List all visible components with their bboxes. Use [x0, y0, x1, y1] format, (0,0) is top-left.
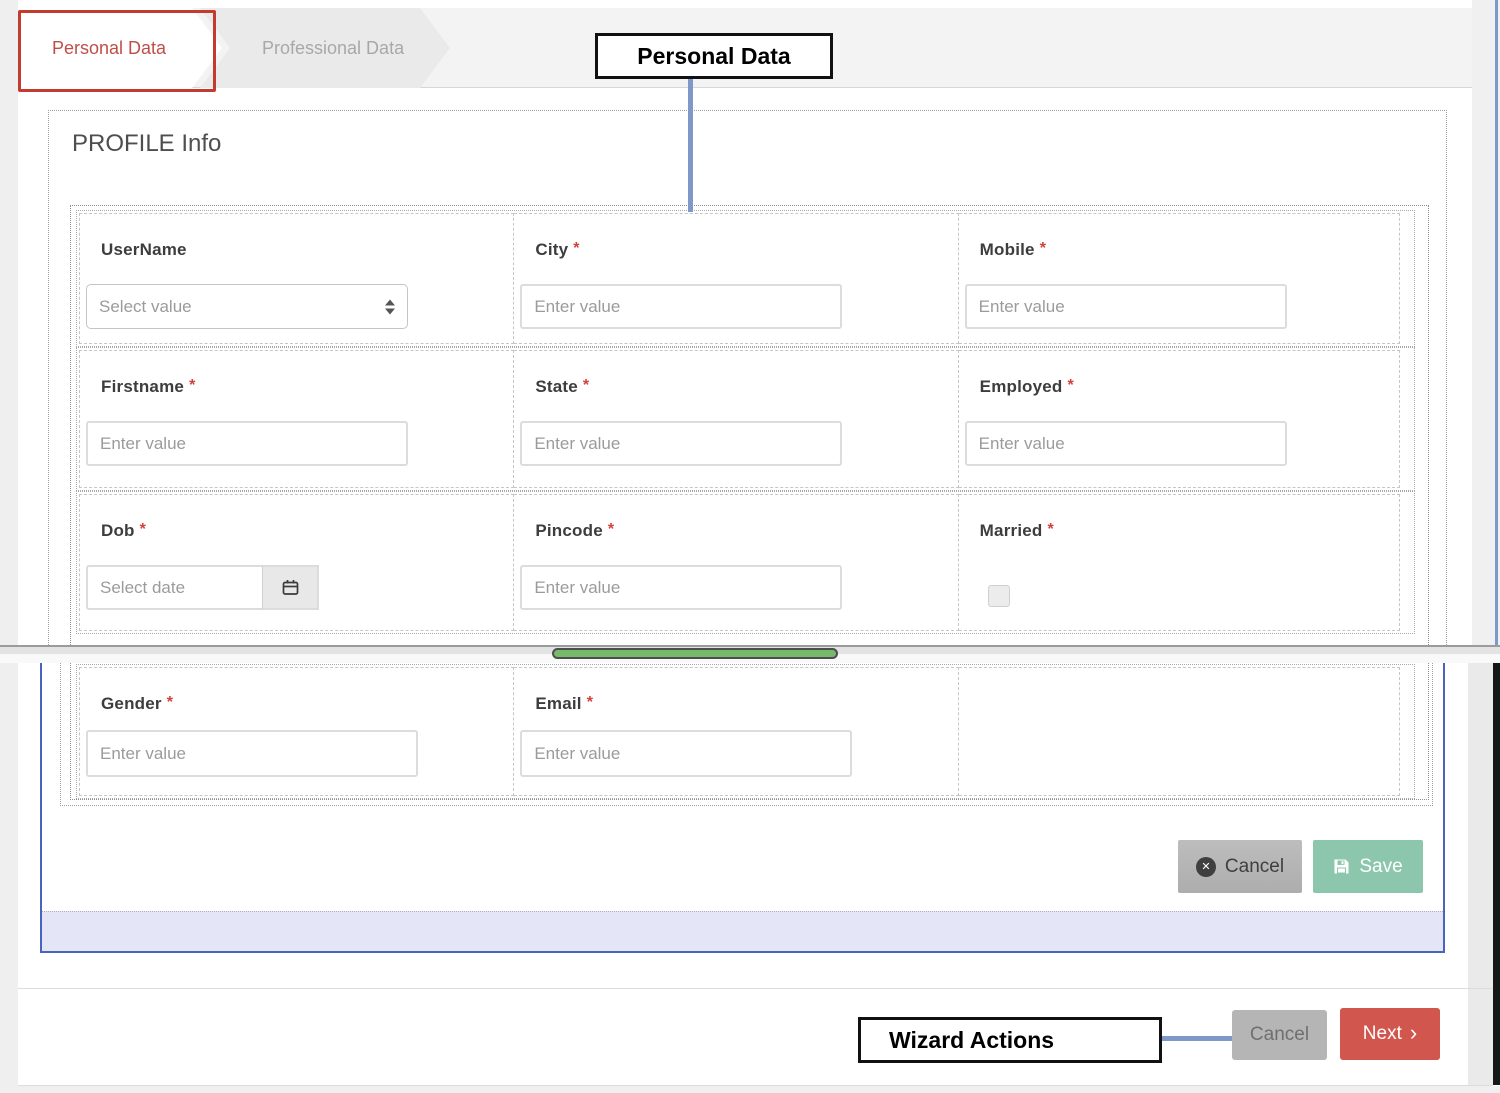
label-text: Employed	[980, 377, 1063, 396]
panel-title: PROFILE Info	[72, 130, 221, 158]
panel-footer-band	[42, 911, 1443, 951]
field-city-label: City *	[535, 240, 579, 260]
form-save-button[interactable]: Save	[1313, 840, 1423, 893]
field-dob-label: Dob *	[101, 521, 146, 541]
field-city: City *	[514, 213, 958, 344]
required-marker: *	[189, 377, 195, 394]
field-mobile: Mobile *	[959, 213, 1400, 344]
seam-green-fragment	[552, 648, 838, 659]
field-state: State *	[514, 350, 958, 488]
field-married: Married*	[959, 494, 1400, 631]
field-employed-label: Employed *	[980, 377, 1074, 397]
label-text: Mobile	[980, 240, 1035, 259]
field-firstname: Firstname *	[79, 350, 514, 488]
field-row-2: Firstname * State * Employed *	[76, 347, 1415, 491]
label-text: Dob	[101, 521, 135, 540]
label-text: Married	[980, 521, 1043, 540]
label-text: Gender	[101, 694, 162, 713]
annotation-connector-horizontal-line	[1162, 1036, 1232, 1041]
chevron-right-icon: ›	[1410, 1022, 1417, 1044]
annotation-wizard-actions-text: Wizard Actions	[889, 1027, 1054, 1054]
city-input[interactable]	[520, 284, 842, 329]
label-text: City	[535, 240, 568, 259]
field-username-label: UserName	[101, 240, 187, 260]
form-cancel-button[interactable]: ✕ Cancel	[1178, 840, 1302, 893]
required-marker: *	[583, 377, 589, 394]
field-pincode-label: Pincode *	[535, 521, 614, 541]
dob-field-group	[86, 565, 319, 610]
wizard-next-label: Next	[1363, 1023, 1402, 1045]
field-dob: Dob *	[79, 494, 514, 631]
state-input[interactable]	[520, 421, 842, 466]
employed-input[interactable]	[965, 421, 1287, 466]
field-gender: Gender *	[79, 667, 514, 796]
select-updown-icon	[385, 299, 395, 314]
field-married-label: Married*	[980, 521, 1054, 541]
pincode-input[interactable]	[520, 565, 842, 610]
footer-bottom-strip	[0, 1086, 1500, 1093]
save-icon	[1333, 858, 1350, 875]
field-row-4: Gender * Email *	[76, 664, 1415, 799]
required-marker: *	[140, 521, 146, 538]
field-empty-cell	[959, 667, 1400, 796]
calendar-icon	[281, 578, 300, 597]
annotation-wizard-actions-callout: Wizard Actions	[858, 1017, 1162, 1063]
label-text: UserName	[101, 240, 187, 259]
dob-input[interactable]	[86, 565, 262, 610]
required-marker: *	[1040, 240, 1046, 257]
panel-right-border-top	[1495, 0, 1498, 645]
annotation-highlight-box	[18, 10, 216, 92]
calendar-addon-button[interactable]	[262, 565, 319, 610]
field-mobile-label: Mobile *	[980, 240, 1046, 260]
wizard-cancel-label: Cancel	[1250, 1024, 1309, 1046]
firstname-input[interactable]	[86, 421, 408, 466]
field-row-1: UserName Select value City * Mobile *	[76, 210, 1415, 347]
label-text: Email	[535, 694, 581, 713]
label-text: Firstname	[101, 377, 184, 396]
field-state-label: State *	[535, 377, 589, 397]
wizard-form-screenshot: Professional Data Personal Data Personal…	[0, 0, 1500, 1093]
field-username: UserName Select value	[79, 213, 514, 344]
required-marker: *	[1068, 377, 1074, 394]
field-firstname-label: Firstname *	[101, 377, 196, 397]
annotation-connector-vertical-line	[688, 79, 693, 212]
required-marker: *	[608, 521, 614, 538]
gender-input[interactable]	[86, 730, 418, 777]
required-marker: *	[167, 694, 173, 711]
tab-professional-label: Professional Data	[262, 38, 404, 59]
married-checkbox[interactable]	[988, 585, 1010, 607]
field-gender-label: Gender *	[101, 694, 173, 714]
form-cancel-label: Cancel	[1225, 856, 1284, 878]
label-text: State	[535, 377, 578, 396]
footer-divider-top	[18, 988, 1493, 989]
tab-professional-data[interactable]: Professional Data	[200, 8, 450, 88]
required-marker: *	[1047, 521, 1053, 538]
username-select[interactable]: Select value	[86, 284, 408, 329]
field-email-label: Email *	[535, 694, 593, 714]
required-marker: *	[573, 240, 579, 257]
select-placeholder: Select value	[99, 297, 192, 317]
field-employed: Employed *	[959, 350, 1400, 488]
screenshot-seam	[0, 645, 1500, 663]
wizard-cancel-button[interactable]: Cancel	[1232, 1010, 1327, 1060]
field-pincode: Pincode *	[514, 494, 958, 631]
annotation-personal-data-text: Personal Data	[637, 43, 790, 70]
wizard-next-button[interactable]: Next ›	[1340, 1008, 1440, 1060]
label-text: Pincode	[535, 521, 603, 540]
field-email: Email *	[514, 667, 958, 796]
right-black-bar	[1493, 663, 1500, 1085]
left-gutter	[0, 0, 18, 1093]
annotation-personal-data-callout: Personal Data	[595, 33, 833, 79]
email-input[interactable]	[520, 730, 852, 777]
form-save-label: Save	[1359, 856, 1402, 878]
circle-x-icon: ✕	[1196, 857, 1216, 877]
required-marker: *	[587, 694, 593, 711]
mobile-input[interactable]	[965, 284, 1287, 329]
field-row-3: Dob * Pincode *	[76, 491, 1415, 634]
